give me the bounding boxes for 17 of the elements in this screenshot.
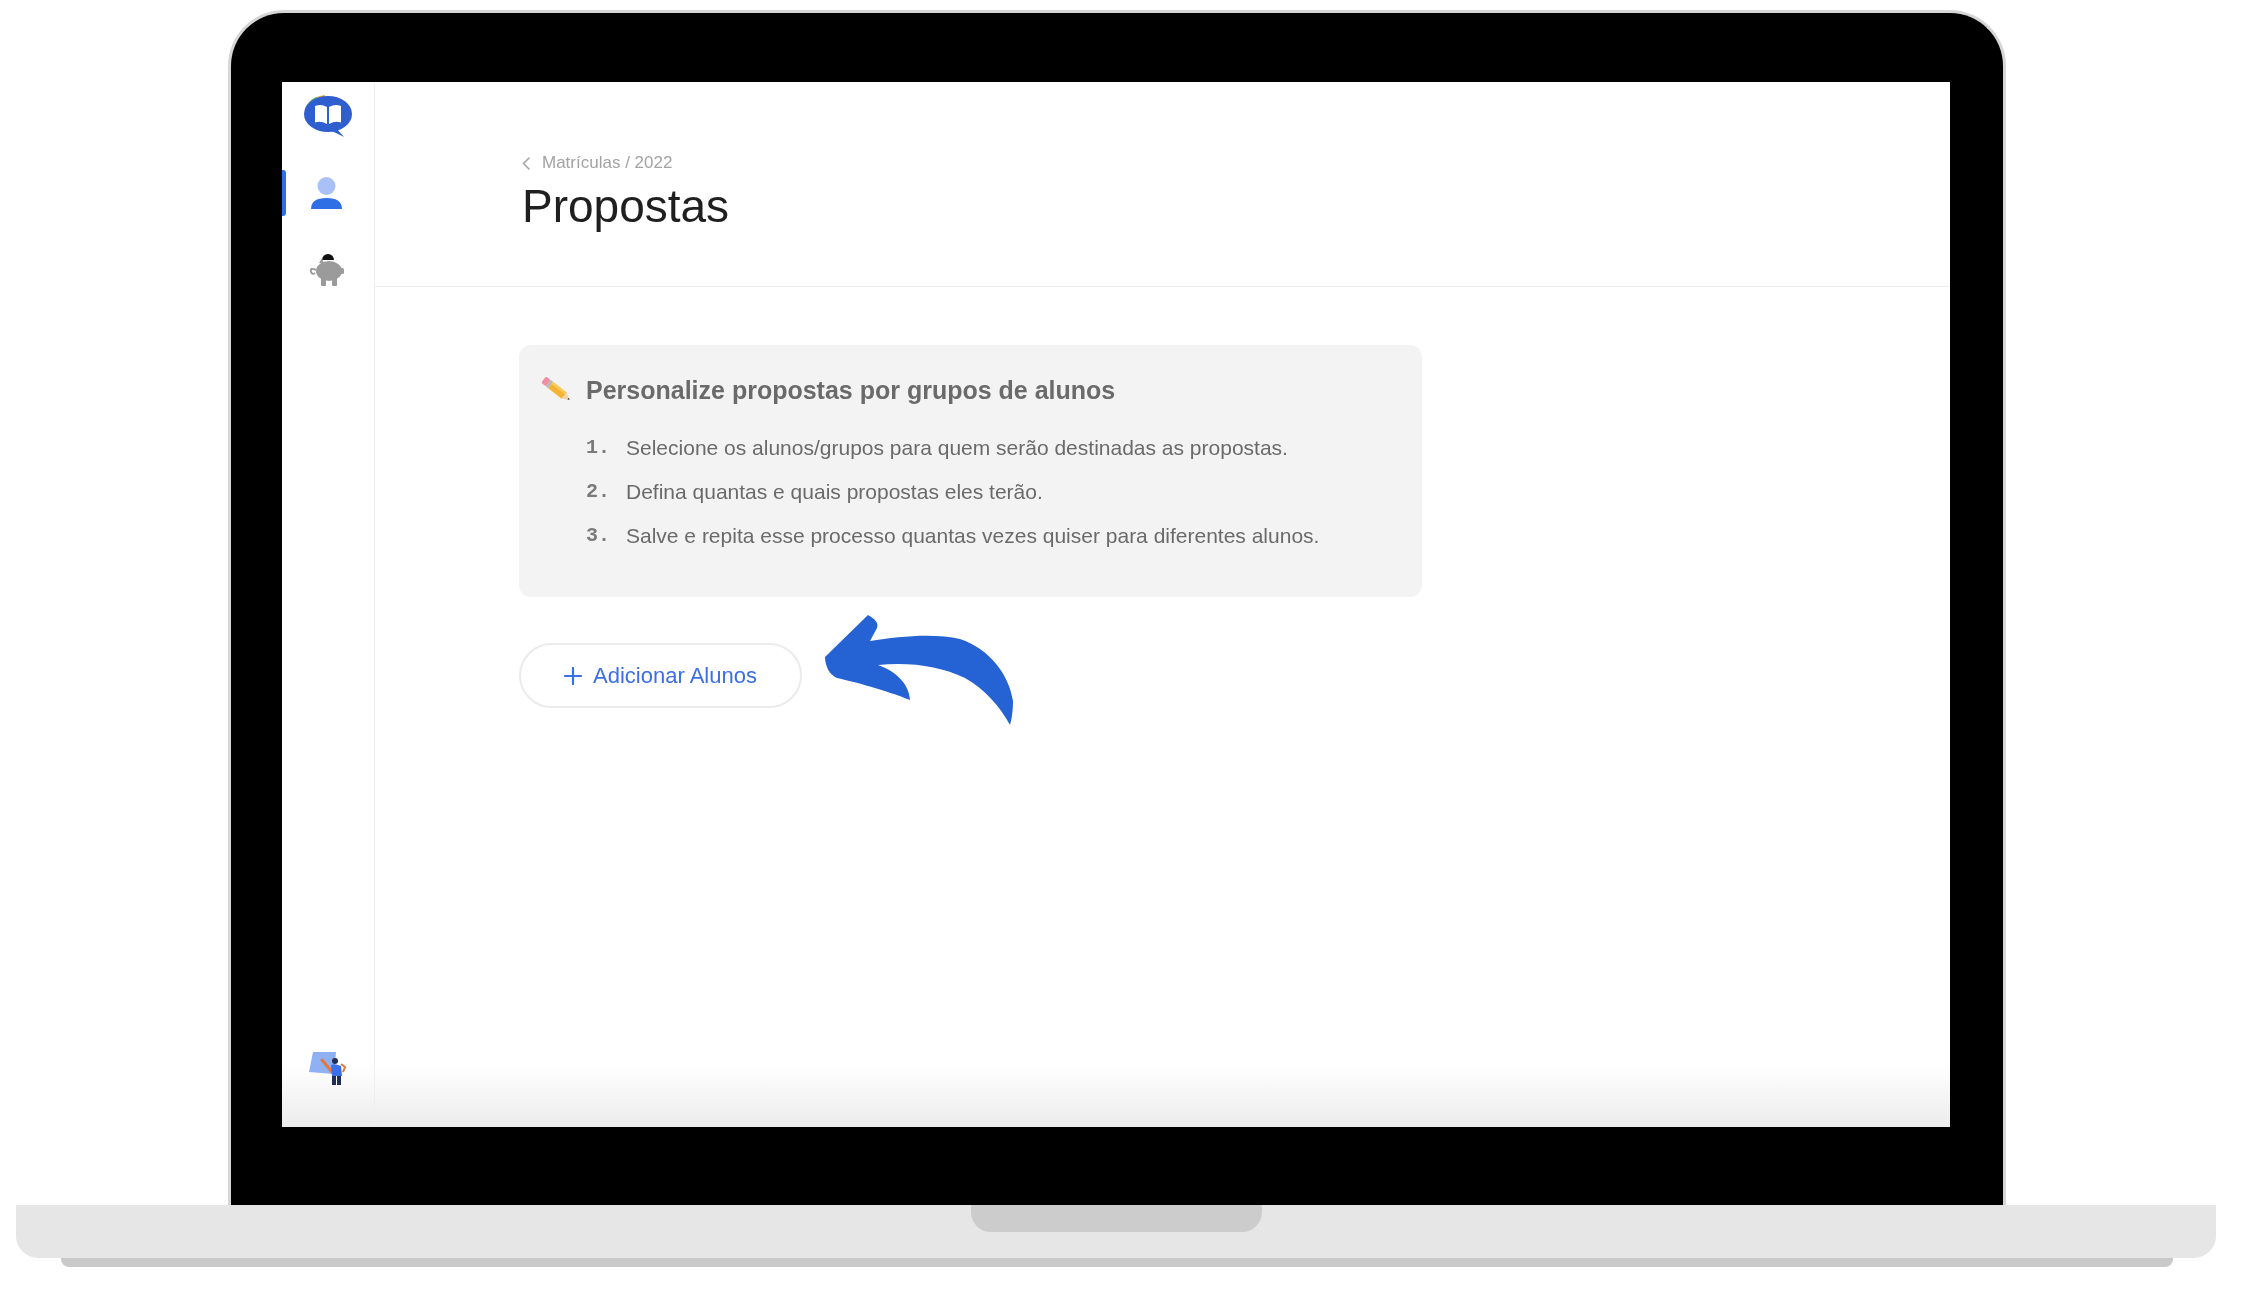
chevron-left-icon (522, 156, 530, 170)
step-text: Selecione os alunos/grupos para quem serão destinadas as propostas. (626, 435, 1288, 462)
breadcrumb-link[interactable]: Matrículas / 2022 (522, 153, 673, 173)
page-title: Propostas (522, 180, 730, 233)
piggy-bank-icon (307, 252, 345, 286)
pencil-icon (542, 377, 572, 403)
step-text: Defina quantas e quais propostas eles terão. (626, 479, 1043, 506)
speech-bubble-book-icon[interactable] (303, 95, 353, 137)
plus-icon (564, 666, 583, 685)
card-heading: Personalize propostas por grupos de alunos (586, 375, 1116, 406)
person-at-board-icon[interactable] (308, 1052, 348, 1085)
step-number: 2. (586, 479, 611, 505)
step-text: Salve e repita esse processo quantas vezes quiser para diferentes alunos. (626, 523, 1320, 550)
add-students-button[interactable]: Adicionar Alunos (519, 643, 802, 708)
step-number: 3. (586, 523, 611, 549)
person-icon (309, 177, 343, 209)
step-number: 1. (586, 435, 611, 461)
